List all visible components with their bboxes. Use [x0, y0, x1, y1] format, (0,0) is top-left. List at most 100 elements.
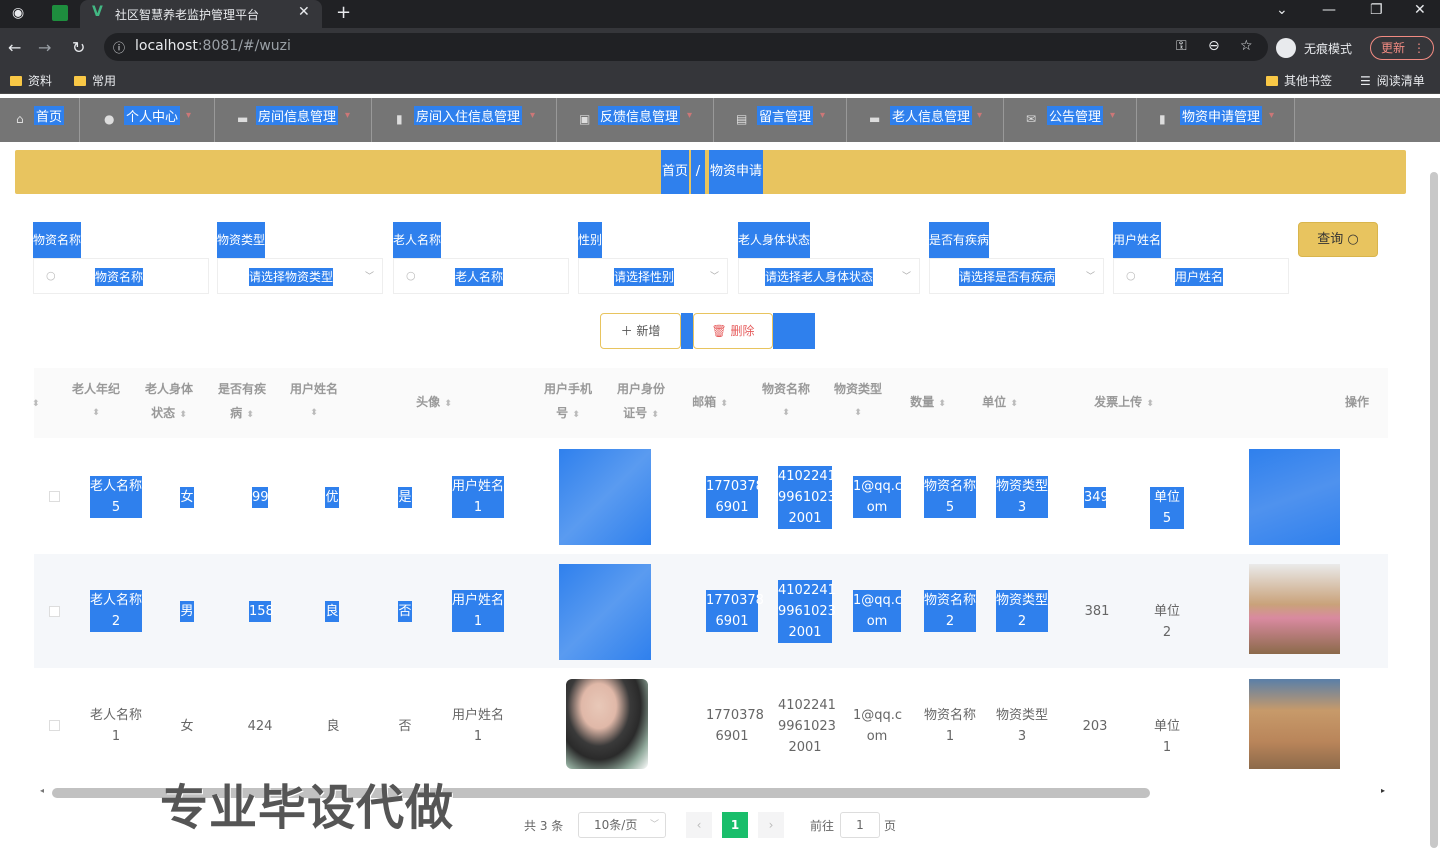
row-checkbox[interactable] — [49, 491, 60, 502]
header-user-name[interactable]: 用户姓名 ⬍ — [284, 377, 344, 425]
cell-phone: 1770378 6901 — [706, 590, 764, 632]
cell-supply-name: 物资名称 5 — [924, 476, 976, 518]
supply-name-input[interactable]: ○ 物资名称 — [33, 258, 209, 294]
bookmark-folder-ziliao[interactable]: 资料 — [10, 72, 52, 89]
sort-icon: ⬍ — [444, 399, 452, 409]
nav-item-message[interactable]: ▤ 留言管理 ▾ — [714, 98, 847, 142]
zoom-icon[interactable]: ⊖ — [1208, 38, 1220, 54]
page-current[interactable]: 1 — [722, 812, 748, 838]
scroll-right-icon[interactable]: ▸ — [1381, 786, 1385, 795]
header-disease[interactable]: 是否有疾病 ⬍ — [212, 377, 272, 427]
header-email[interactable]: 邮箱 ⬍ — [680, 390, 740, 416]
sort-icon: ⬍ — [92, 408, 100, 418]
forward-icon[interactable]: → — [38, 38, 51, 57]
bookmark-star-icon[interactable]: ☆ — [1240, 38, 1253, 54]
supply-type-select[interactable]: 请选择物资类型 ﹀ — [217, 258, 383, 294]
nav-item-supply[interactable]: ▮ 物资申请管理 ▾ — [1137, 98, 1295, 142]
breadcrumb: 首页 / 物资申请 — [15, 150, 1406, 194]
header-qty[interactable]: 数量 ⬍ — [898, 390, 958, 416]
table-row[interactable]: 老人名称 1 女 424 良 否 用户姓名 1 1770378 6901 410224… — [34, 668, 1388, 780]
reload-icon[interactable]: ↻ — [72, 38, 85, 57]
table-row[interactable]: 老人名称 5 女 99 优 是 用户姓名 1 1770378 6901 4102241… — [34, 440, 1388, 552]
header-id-no[interactable]: 用户身份 证号 ⬍ — [611, 377, 671, 427]
invoice-image[interactable] — [1249, 449, 1340, 545]
tab-close-icon[interactable]: ✕ — [298, 4, 310, 20]
nav-item-checkin[interactable]: ▮ 房间入住信息管理 ▾ — [372, 98, 557, 142]
close-window-icon[interactable]: ✕ — [1414, 2, 1426, 18]
header-supply-name[interactable]: 物资名称 ⬍ — [756, 377, 816, 425]
goto-prefix: 前往 — [810, 819, 835, 833]
nav-item-feedback[interactable]: ▣ 反馈信息管理 ▾ — [557, 98, 714, 142]
cell-user-name: 用户姓名 1 — [452, 590, 504, 632]
nav-item-room[interactable]: ▬ 房间信息管理 ▾ — [215, 98, 372, 142]
site-info-icon[interactable]: ⓘ — [113, 39, 125, 56]
header-phone[interactable]: 用户手机号 ⬍ — [538, 377, 598, 427]
next-page-button[interactable]: › — [758, 812, 784, 838]
update-button[interactable]: 更新 ⋮ — [1370, 36, 1434, 60]
minimize-icon[interactable]: — — [1322, 2, 1336, 18]
header-supply-type[interactable]: 物资类型 ⬍ — [828, 377, 888, 425]
vertical-scrollbar[interactable] — [1430, 172, 1438, 848]
filter-label-elder-status: 老人身体状态 — [738, 222, 811, 258]
gender-select[interactable]: 请选择性别 ﹀ — [578, 258, 728, 294]
nav-item-elder[interactable]: ▬ 老人信息管理 ▾ — [847, 98, 1004, 142]
add-button[interactable]: ＋ 新增 — [600, 313, 681, 349]
nav-item-profile[interactable]: ● 个人中心 ▾ — [80, 98, 215, 142]
url-text[interactable]: localhost:8081/#/wuzi — [135, 38, 291, 54]
elder-name-input[interactable]: ○ 老人名称 — [393, 258, 569, 294]
browser-menu-icon[interactable]: ◉ — [12, 5, 24, 21]
header-avatar[interactable]: 头像 ⬍ — [404, 390, 464, 416]
nav-item-home[interactable]: ⌂ 首页 — [0, 98, 80, 142]
page-size-select[interactable]: 10条/页 ﹀ — [578, 812, 666, 838]
cell-status: 良 — [326, 719, 340, 734]
tab-search-icon[interactable]: ⌄ — [1276, 2, 1288, 18]
incognito-label: 无痕模式 — [1304, 42, 1353, 56]
message-icon: ▤ — [736, 112, 748, 126]
query-button[interactable]: 查询 ○ — [1298, 222, 1378, 257]
header-invoice[interactable]: 发票上传 ⬍ — [1084, 390, 1164, 416]
scroll-left-icon[interactable]: ◂ — [40, 786, 44, 795]
highlighted-button[interactable] — [773, 313, 815, 349]
elder-status-select[interactable]: 请选择老人身体状态 ﹀ — [738, 258, 920, 294]
incognito-indicator[interactable]: 无痕模式 — [1276, 36, 1364, 60]
highlight-strip — [681, 313, 693, 349]
header-elder-age[interactable]: 老人年纪 ⬍ — [66, 377, 126, 425]
breadcrumb-separator: / — [691, 150, 705, 194]
invoice-image[interactable] — [1249, 564, 1340, 654]
maximize-icon[interactable]: ❐ — [1370, 2, 1383, 18]
nav-item-notice[interactable]: ✉ 公告管理 ▾ — [1004, 98, 1137, 142]
filter-label-elder-name: 老人名称 — [393, 222, 442, 258]
bookmark-folder-changyong[interactable]: 常用 — [74, 72, 116, 89]
table-row[interactable]: 老人名称 2 男 158 良 否 用户姓名 1 1770378 6901 410224… — [34, 554, 1388, 668]
avatar-image[interactable] — [559, 564, 651, 660]
invoice-image[interactable] — [1249, 679, 1340, 769]
breadcrumb-home[interactable]: 首页 — [661, 150, 690, 194]
avatar-image[interactable] — [559, 449, 651, 545]
row-checkbox[interactable] — [49, 720, 60, 731]
chevron-down-icon: ▾ — [1269, 110, 1275, 121]
reading-list[interactable]: ☰ 阅读清单 — [1360, 72, 1425, 89]
cell-email: 1@qq.c om — [853, 590, 902, 632]
user-name-input[interactable]: ○ 用户姓名 — [1113, 258, 1289, 294]
search-icon: ○ — [1347, 232, 1359, 247]
key-icon[interactable]: ⚿ — [1176, 38, 1187, 54]
new-tab-icon[interactable]: + — [336, 2, 351, 23]
prev-page-button[interactable]: ‹ — [686, 812, 712, 838]
delete-button[interactable]: 🗑 删除 — [693, 313, 773, 349]
cell-qty: 349 — [1084, 487, 1109, 508]
cell-age: 99 — [252, 487, 269, 508]
goto-page-input[interactable]: 1 — [840, 812, 880, 838]
cell-supply-type: 物资类型 3 — [996, 708, 1049, 744]
filter-label-user-name: 用户姓名 — [1113, 222, 1162, 258]
back-icon[interactable]: ← — [8, 38, 21, 57]
sheets-tab-icon[interactable] — [52, 5, 68, 21]
row-checkbox[interactable] — [49, 606, 60, 617]
bookmark-other[interactable]: 其他书签 — [1266, 72, 1332, 89]
avatar-image[interactable] — [566, 679, 648, 769]
chevron-down-icon: ▾ — [530, 110, 536, 121]
header-unit[interactable]: 单位 ⬍ — [970, 390, 1030, 416]
disease-select[interactable]: 请选择是否有疾病 ﹀ — [929, 258, 1104, 294]
sort-icon[interactable]: ⬍ — [32, 390, 40, 416]
filter-label-supply-name: 物资名称 — [33, 222, 82, 258]
header-elder-status[interactable]: 老人身体 状态 ⬍ — [139, 377, 199, 427]
